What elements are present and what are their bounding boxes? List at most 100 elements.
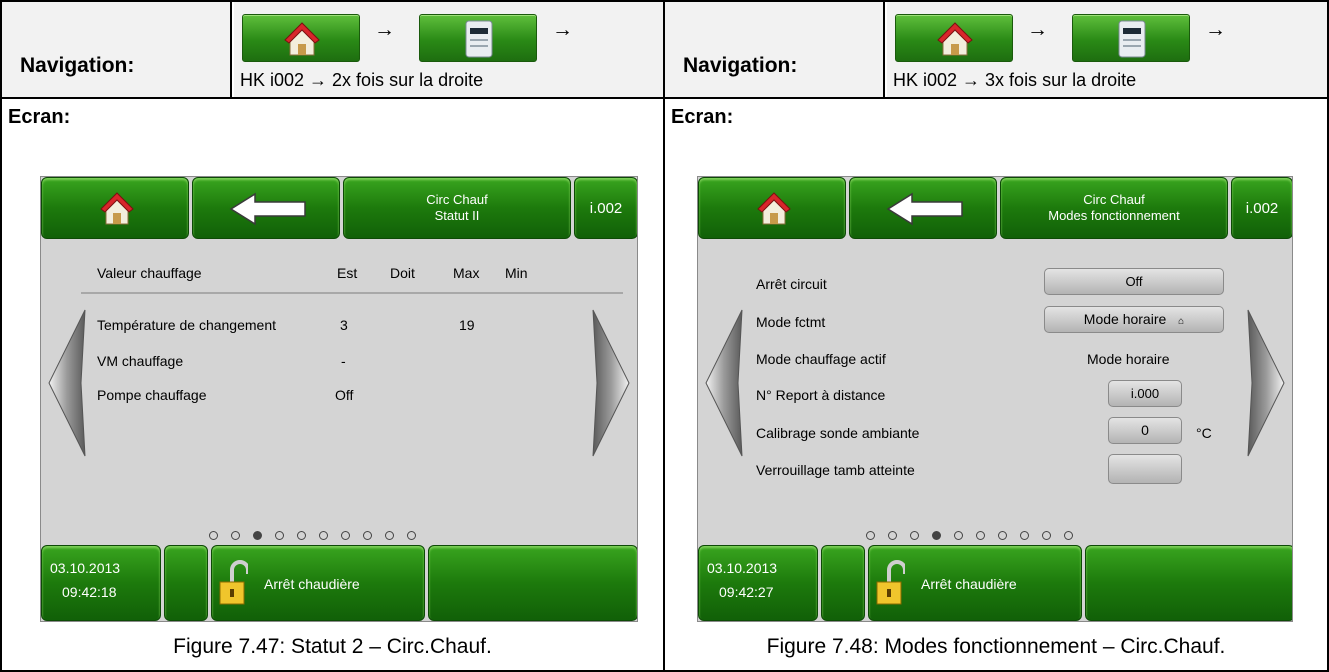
screen-title-line1: Circ Chauf	[426, 192, 488, 207]
back-button[interactable]	[849, 177, 997, 239]
page-dot	[363, 531, 372, 540]
figure-7-47-panel: Navigation: → → HK i002 → 2x fois sur la…	[0, 0, 665, 672]
navigation-row: Navigation: → → HK i002 → 3x fois sur la…	[665, 2, 1327, 99]
nav-arrow: →	[374, 18, 395, 41]
field-value: Off	[1125, 274, 1143, 289]
navigation-text: HK i002 → 3x fois sur la droite	[893, 70, 1137, 90]
nav-arrow: →	[1027, 18, 1048, 41]
setting-label: Mode chauffage actif	[756, 351, 886, 367]
back-button[interactable]	[192, 177, 340, 239]
time-text: 09:42:18	[62, 584, 117, 600]
page-dot	[231, 531, 240, 540]
page-dot	[209, 531, 218, 540]
device-screen: Circ Chauf Statut II i.002 Valeur chauff…	[40, 176, 638, 622]
navigation-text: HK i002 → 2x fois sur la droite	[240, 70, 484, 90]
page-dot	[1064, 531, 1073, 540]
verrouillage-toggle[interactable]	[1108, 454, 1182, 484]
unit-label: °C	[1196, 425, 1212, 441]
screen-title-line2: Statut II	[434, 208, 480, 223]
home-button[interactable]	[41, 177, 189, 239]
status-text: Arrêt chaudière	[921, 576, 1017, 592]
page-indicator	[41, 531, 637, 543]
chevron-right-icon[interactable]	[1244, 308, 1288, 458]
page-dot	[954, 531, 963, 540]
setting-value: Mode horaire	[1087, 351, 1170, 367]
navigation-label: Navigation:	[20, 54, 135, 77]
row-label: VM chauffage	[97, 353, 184, 369]
status-button[interactable]: Arrêt chaudière	[868, 545, 1082, 621]
row-est-value: 3	[340, 317, 348, 333]
page-dot	[319, 531, 328, 540]
page-dot	[1020, 531, 1029, 540]
header-label: Valeur chauffage	[97, 265, 202, 281]
chevron-left-icon[interactable]	[702, 308, 746, 458]
row-est-value: -	[341, 353, 346, 369]
screen-title-line1: Circ Chauf	[1083, 192, 1145, 207]
datetime-display[interactable]: 03.10.2013 09:42:18	[41, 545, 161, 621]
setting-label: Arrêt circuit	[756, 276, 827, 292]
arrow-left-icon	[886, 192, 963, 226]
setting-label: Calibrage sonde ambiante	[756, 425, 920, 441]
bottom-bar: 03.10.2013 09:42:27 Arrêt chaudière	[698, 545, 1292, 621]
page-dot	[976, 531, 985, 540]
setting-label: N° Report à distance	[756, 387, 886, 403]
page-dot	[385, 531, 394, 540]
figure-7-48-panel: Navigation: → → HK i002 → 3x fois sur la…	[663, 0, 1329, 672]
page-dot	[910, 531, 919, 540]
ecran-label: Ecran:	[8, 106, 71, 128]
page-dot	[888, 531, 897, 540]
page-dot	[341, 531, 350, 540]
screen-code: i.002	[574, 177, 637, 239]
status-text: Arrêt chaudière	[264, 576, 360, 592]
screen-title: Circ Chauf Statut II	[343, 177, 571, 239]
header-doit: Doit	[390, 265, 415, 281]
nav-module-button	[419, 14, 537, 62]
navigation-path: → → HK i002 → 2x fois sur la droite	[234, 2, 663, 97]
small-button[interactable]	[821, 545, 865, 621]
screen-title-line2: Modes fonctionnement	[1048, 208, 1180, 223]
page-dot-active	[932, 531, 941, 540]
nav-home-button	[242, 14, 360, 62]
chevron-left-icon[interactable]	[45, 308, 89, 458]
arret-circuit-toggle[interactable]: Off	[1044, 268, 1224, 295]
date-text: 03.10.2013	[707, 560, 778, 576]
status-button[interactable]: Arrêt chaudière	[211, 545, 425, 621]
header-min: Min	[505, 265, 528, 281]
page-dot	[407, 531, 416, 540]
row-est-value: Off	[335, 387, 354, 403]
home-button[interactable]	[698, 177, 846, 239]
house-icon	[937, 22, 973, 56]
row-max-value: 19	[459, 317, 475, 333]
field-value: 0	[1141, 422, 1149, 438]
empty-button[interactable]	[428, 545, 637, 621]
header-max: Max	[453, 265, 480, 281]
chevron-right-icon[interactable]	[589, 308, 633, 458]
nav-home-button	[895, 14, 1013, 62]
calibration-field[interactable]: 0	[1108, 417, 1182, 444]
small-button[interactable]	[164, 545, 208, 621]
heating-module-icon	[1118, 20, 1146, 58]
header-divider	[81, 292, 623, 294]
padlock-open-icon	[219, 560, 248, 605]
house-icon	[100, 192, 134, 225]
page-indicator	[698, 531, 1292, 543]
padlock-open-icon	[876, 560, 905, 605]
mode-fctmt-select[interactable]: Mode horaire ⌂	[1044, 306, 1224, 333]
heating-module-icon	[465, 20, 493, 58]
time-text: 09:42:27	[719, 584, 774, 600]
nav-module-button	[1072, 14, 1190, 62]
screen-code: i.002	[1231, 177, 1292, 239]
empty-button[interactable]	[1085, 545, 1292, 621]
dropdown-icon: ⌂	[1178, 316, 1185, 327]
datetime-display[interactable]: 03.10.2013 09:42:27	[698, 545, 818, 621]
setting-label: Mode fctmt	[756, 314, 826, 330]
report-distance-field[interactable]: i.000	[1108, 380, 1182, 407]
setting-label: Verrouillage tamb atteinte	[756, 462, 915, 478]
arrow-left-icon	[229, 192, 306, 226]
house-icon	[284, 22, 320, 56]
navigation-row: Navigation: → → HK i002 → 2x fois sur la…	[2, 2, 663, 99]
device-screen: Circ Chauf Modes fonctionnement i.002 Ar…	[697, 176, 1293, 622]
screen-title: Circ Chauf Modes fonctionnement	[1000, 177, 1228, 239]
figure-caption: Figure 7.47: Statut 2 – Circ.Chauf.	[173, 635, 492, 658]
page-dot	[297, 531, 306, 540]
